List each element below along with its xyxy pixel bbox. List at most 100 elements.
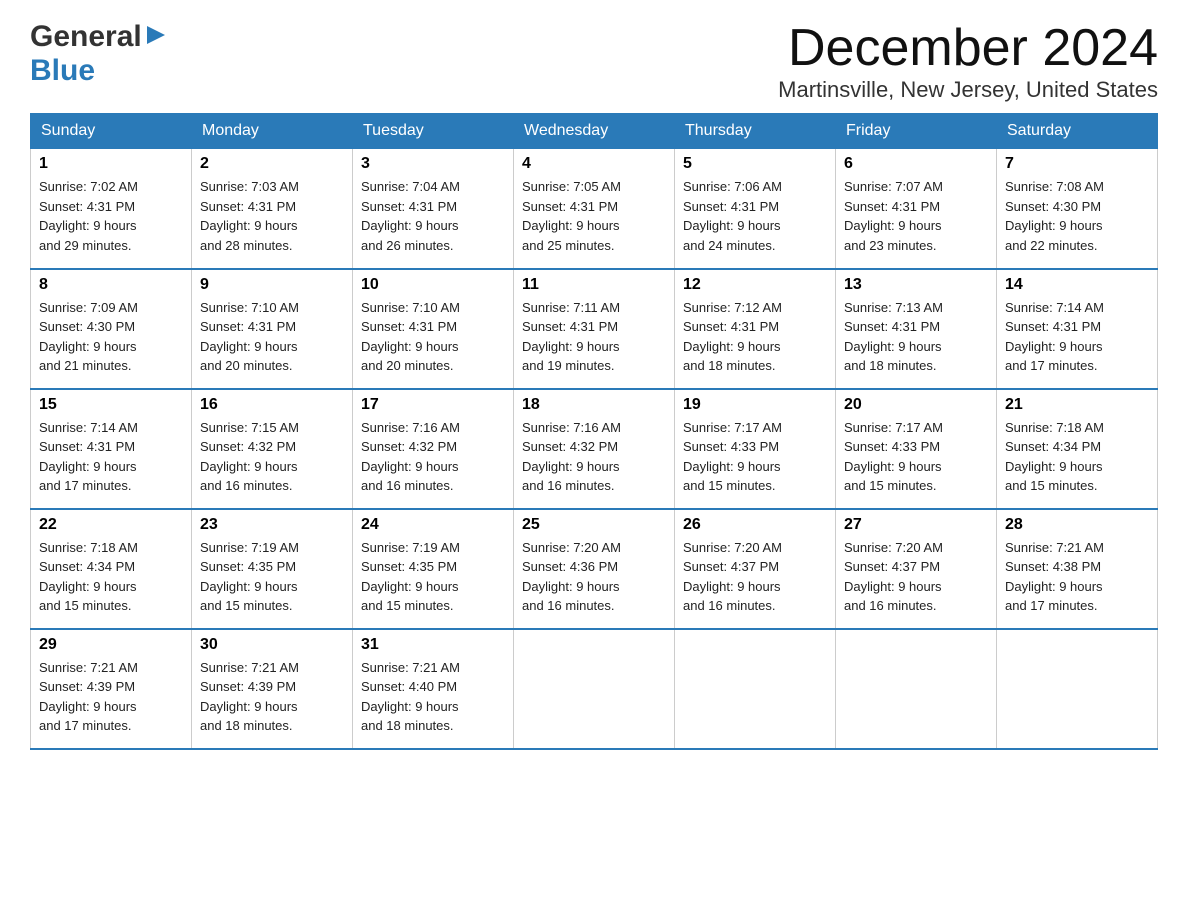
table-row: 15 Sunrise: 7:14 AMSunset: 4:31 PMDaylig… [31,389,192,509]
table-row: 1 Sunrise: 7:02 AMSunset: 4:31 PMDayligh… [31,149,192,269]
table-row: 23 Sunrise: 7:19 AMSunset: 4:35 PMDaylig… [192,509,353,629]
day-number: 28 [1005,516,1149,534]
day-info: Sunrise: 7:09 AMSunset: 4:30 PMDaylight:… [39,298,183,376]
table-row: 11 Sunrise: 7:11 AMSunset: 4:31 PMDaylig… [514,269,675,389]
table-row: 17 Sunrise: 7:16 AMSunset: 4:32 PMDaylig… [353,389,514,509]
day-number: 27 [844,516,988,534]
day-number: 2 [200,155,344,173]
day-info: Sunrise: 7:11 AMSunset: 4:31 PMDaylight:… [522,298,666,376]
day-info: Sunrise: 7:12 AMSunset: 4:31 PMDaylight:… [683,298,827,376]
day-number: 8 [39,276,183,294]
day-info: Sunrise: 7:21 AMSunset: 4:39 PMDaylight:… [39,658,183,736]
day-info: Sunrise: 7:18 AMSunset: 4:34 PMDaylight:… [1005,418,1149,496]
day-number: 30 [200,636,344,654]
calendar-week-row: 29 Sunrise: 7:21 AMSunset: 4:39 PMDaylig… [31,629,1158,749]
day-info: Sunrise: 7:10 AMSunset: 4:31 PMDaylight:… [361,298,505,376]
day-info: Sunrise: 7:20 AMSunset: 4:37 PMDaylight:… [844,538,988,616]
table-row: 21 Sunrise: 7:18 AMSunset: 4:34 PMDaylig… [997,389,1158,509]
table-row: 10 Sunrise: 7:10 AMSunset: 4:31 PMDaylig… [353,269,514,389]
day-number: 22 [39,516,183,534]
day-number: 21 [1005,396,1149,414]
day-info: Sunrise: 7:02 AMSunset: 4:31 PMDaylight:… [39,177,183,255]
table-row: 8 Sunrise: 7:09 AMSunset: 4:30 PMDayligh… [31,269,192,389]
logo-general-text: General [30,20,142,54]
day-number: 26 [683,516,827,534]
table-row: 18 Sunrise: 7:16 AMSunset: 4:32 PMDaylig… [514,389,675,509]
day-number: 4 [522,155,666,173]
table-row: 12 Sunrise: 7:12 AMSunset: 4:31 PMDaylig… [675,269,836,389]
day-number: 18 [522,396,666,414]
day-info: Sunrise: 7:21 AMSunset: 4:38 PMDaylight:… [1005,538,1149,616]
table-row: 31 Sunrise: 7:21 AMSunset: 4:40 PMDaylig… [353,629,514,749]
table-row: 28 Sunrise: 7:21 AMSunset: 4:38 PMDaylig… [997,509,1158,629]
day-number: 23 [200,516,344,534]
day-number: 5 [683,155,827,173]
day-number: 25 [522,516,666,534]
day-number: 17 [361,396,505,414]
table-row [514,629,675,749]
day-number: 24 [361,516,505,534]
table-row: 13 Sunrise: 7:13 AMSunset: 4:31 PMDaylig… [836,269,997,389]
table-row: 4 Sunrise: 7:05 AMSunset: 4:31 PMDayligh… [514,149,675,269]
day-number: 19 [683,396,827,414]
header-friday: Friday [836,114,997,149]
header-thursday: Thursday [675,114,836,149]
table-row [997,629,1158,749]
day-info: Sunrise: 7:18 AMSunset: 4:34 PMDaylight:… [39,538,183,616]
day-info: Sunrise: 7:14 AMSunset: 4:31 PMDaylight:… [39,418,183,496]
table-row: 9 Sunrise: 7:10 AMSunset: 4:31 PMDayligh… [192,269,353,389]
day-info: Sunrise: 7:15 AMSunset: 4:32 PMDaylight:… [200,418,344,496]
title-section: December 2024 Martinsville, New Jersey, … [778,20,1158,103]
logo-blue-text: Blue [30,54,95,87]
day-info: Sunrise: 7:03 AMSunset: 4:31 PMDaylight:… [200,177,344,255]
day-info: Sunrise: 7:16 AMSunset: 4:32 PMDaylight:… [522,418,666,496]
table-row: 25 Sunrise: 7:20 AMSunset: 4:36 PMDaylig… [514,509,675,629]
day-number: 15 [39,396,183,414]
day-info: Sunrise: 7:13 AMSunset: 4:31 PMDaylight:… [844,298,988,376]
table-row: 16 Sunrise: 7:15 AMSunset: 4:32 PMDaylig… [192,389,353,509]
header-sunday: Sunday [31,114,192,149]
day-number: 11 [522,276,666,294]
day-number: 10 [361,276,505,294]
table-row: 2 Sunrise: 7:03 AMSunset: 4:31 PMDayligh… [192,149,353,269]
table-row: 6 Sunrise: 7:07 AMSunset: 4:31 PMDayligh… [836,149,997,269]
table-row: 20 Sunrise: 7:17 AMSunset: 4:33 PMDaylig… [836,389,997,509]
header-monday: Monday [192,114,353,149]
day-number: 7 [1005,155,1149,173]
day-number: 12 [683,276,827,294]
day-info: Sunrise: 7:21 AMSunset: 4:39 PMDaylight:… [200,658,344,736]
table-row: 24 Sunrise: 7:19 AMSunset: 4:35 PMDaylig… [353,509,514,629]
day-number: 14 [1005,276,1149,294]
day-number: 16 [200,396,344,414]
day-info: Sunrise: 7:19 AMSunset: 4:35 PMDaylight:… [361,538,505,616]
day-number: 6 [844,155,988,173]
location-subtitle: Martinsville, New Jersey, United States [778,77,1158,103]
weekday-header-row: Sunday Monday Tuesday Wednesday Thursday… [31,114,1158,149]
day-info: Sunrise: 7:10 AMSunset: 4:31 PMDaylight:… [200,298,344,376]
table-row: 5 Sunrise: 7:06 AMSunset: 4:31 PMDayligh… [675,149,836,269]
day-info: Sunrise: 7:19 AMSunset: 4:35 PMDaylight:… [200,538,344,616]
table-row: 3 Sunrise: 7:04 AMSunset: 4:31 PMDayligh… [353,149,514,269]
table-row: 14 Sunrise: 7:14 AMSunset: 4:31 PMDaylig… [997,269,1158,389]
day-number: 20 [844,396,988,414]
table-row: 30 Sunrise: 7:21 AMSunset: 4:39 PMDaylig… [192,629,353,749]
table-row [675,629,836,749]
table-row: 22 Sunrise: 7:18 AMSunset: 4:34 PMDaylig… [31,509,192,629]
table-row: 29 Sunrise: 7:21 AMSunset: 4:39 PMDaylig… [31,629,192,749]
header-wednesday: Wednesday [514,114,675,149]
logo: General Blue [30,20,167,88]
day-info: Sunrise: 7:17 AMSunset: 4:33 PMDaylight:… [683,418,827,496]
table-row [836,629,997,749]
day-number: 1 [39,155,183,173]
day-info: Sunrise: 7:16 AMSunset: 4:32 PMDaylight:… [361,418,505,496]
header-tuesday: Tuesday [353,114,514,149]
day-info: Sunrise: 7:04 AMSunset: 4:31 PMDaylight:… [361,177,505,255]
day-number: 3 [361,155,505,173]
month-year-title: December 2024 [778,20,1158,77]
day-number: 13 [844,276,988,294]
page-header: General Blue December 2024 Martinsville,… [30,20,1158,103]
table-row: 27 Sunrise: 7:20 AMSunset: 4:37 PMDaylig… [836,509,997,629]
calendar-table: Sunday Monday Tuesday Wednesday Thursday… [30,113,1158,750]
day-number: 9 [200,276,344,294]
day-number: 31 [361,636,505,654]
